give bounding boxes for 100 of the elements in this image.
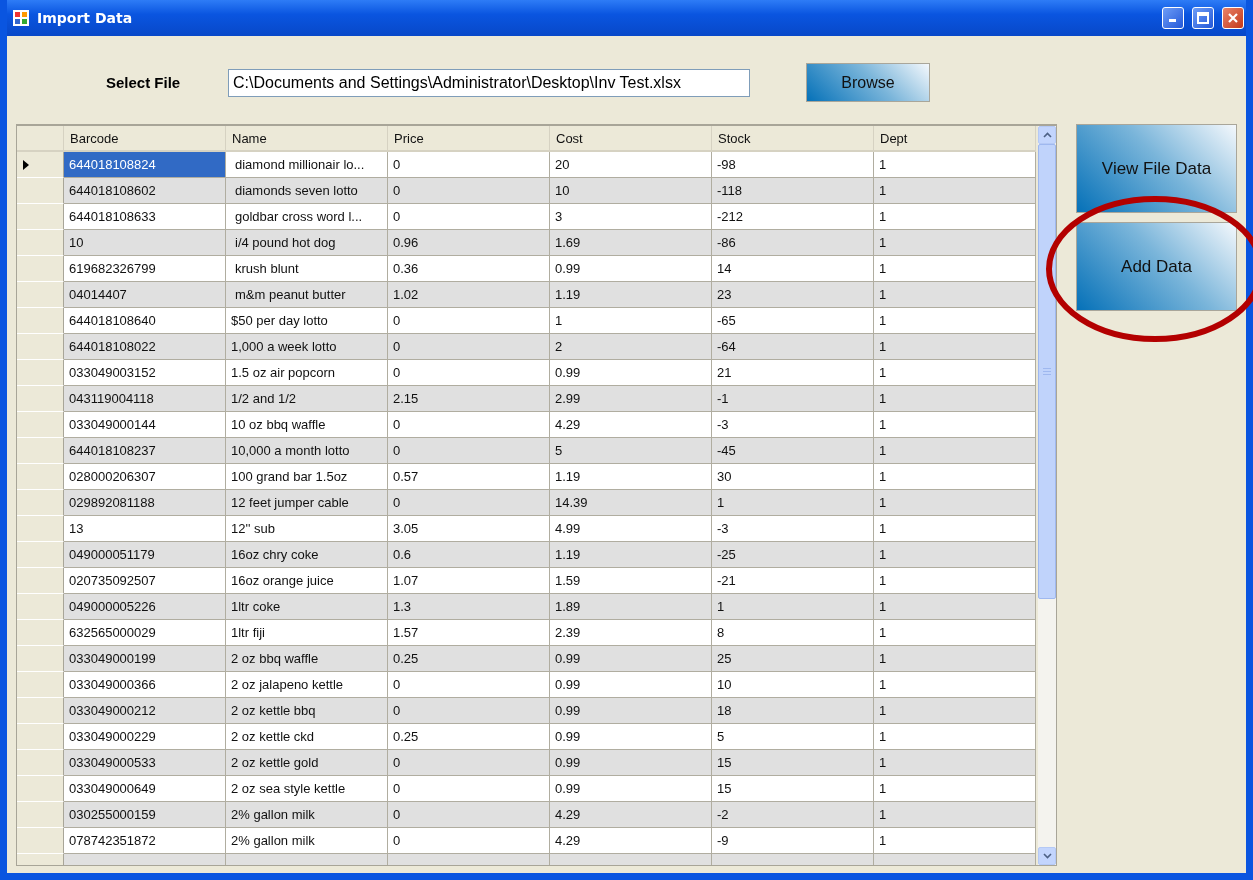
table-cell: 1ltr coke — [226, 594, 388, 620]
view-file-data-button[interactable]: View File Data — [1076, 124, 1237, 213]
table-cell: 020735092507 — [64, 568, 226, 594]
table-cell: 1 — [874, 672, 1036, 698]
table-cell: 2.99 — [550, 386, 712, 412]
scroll-thumb[interactable] — [1038, 144, 1056, 599]
table-cell: 644018108237 — [64, 438, 226, 464]
table-cell: $50 per day lotto — [226, 308, 388, 334]
table-cell: 1 — [874, 230, 1036, 256]
table-cell: 033049003152 — [64, 360, 226, 386]
table-cell: 030255000159 — [64, 802, 226, 828]
table-cell: 4.29 — [550, 828, 712, 854]
table-cell: 2 oz kettle gold — [226, 750, 388, 776]
table-cell: 2 oz kettle ckd — [226, 724, 388, 750]
table-cell: 0.99 — [550, 698, 712, 724]
column-header[interactable]: Stock — [712, 126, 874, 152]
table-cell: 644018108022 — [64, 334, 226, 360]
table-cell: 0.6 — [388, 542, 550, 568]
table-cell: diamond millionair lo... — [226, 152, 388, 178]
table-cell: 033049000212 — [64, 698, 226, 724]
table-cell: -25 — [712, 542, 874, 568]
table-cell: 1 — [874, 828, 1036, 854]
table-cell: 632565000029 — [64, 620, 226, 646]
table-cell: -1 — [712, 386, 874, 412]
table-cell: 0.57 — [388, 464, 550, 490]
table-cell: 1/2 and 1/2 — [226, 386, 388, 412]
table-cell: 1 — [550, 308, 712, 334]
table-cell: 2 oz sea style kettle — [226, 776, 388, 802]
table-cell: 1.89 — [550, 594, 712, 620]
close-icon — [1227, 12, 1239, 24]
table-cell: 3 — [550, 204, 712, 230]
table-cell: 1 — [874, 256, 1036, 282]
browse-button[interactable]: Browse — [806, 63, 930, 102]
table-cell: 0.99 — [550, 724, 712, 750]
table-cell: 2.15 — [388, 386, 550, 412]
table-cell: 0.96 — [388, 230, 550, 256]
table-cell: 0 — [388, 490, 550, 516]
table-cell: -64 — [712, 334, 874, 360]
table-cell: 1 — [874, 360, 1036, 386]
table-cell: 1.59 — [550, 568, 712, 594]
table-cell: 033049000229 — [64, 724, 226, 750]
table-cell: 0 — [388, 802, 550, 828]
close-button[interactable] — [1222, 7, 1244, 29]
table-cell: 14 — [712, 256, 874, 282]
table-cell: 049000005226 — [64, 594, 226, 620]
table-cell: 0 — [388, 308, 550, 334]
table-cell: 033049000649 — [64, 776, 226, 802]
table-cell: 1 — [874, 516, 1036, 542]
column-header[interactable]: Dept — [874, 126, 1036, 152]
table-cell: 0 — [388, 828, 550, 854]
table-cell: 1 — [874, 620, 1036, 646]
table-cell: 1.19 — [550, 464, 712, 490]
table-cell: 2% gallon milk — [226, 828, 388, 854]
table-cell: 2 oz jalapeno kettle — [226, 672, 388, 698]
table-cell: 4.29 — [550, 412, 712, 438]
table-cell: 15 — [712, 776, 874, 802]
table-cell: 1 — [712, 594, 874, 620]
grip-icon — [1043, 368, 1051, 375]
table-cell: -65 — [712, 308, 874, 334]
table-cell: goldbar cross word l... — [226, 204, 388, 230]
table-cell: 20 — [550, 152, 712, 178]
table-cell: 029892081188 — [64, 490, 226, 516]
table-cell: 1.19 — [550, 542, 712, 568]
app-icon — [13, 10, 29, 26]
table-cell: 1 — [712, 490, 874, 516]
table-cell: 043119004118 — [64, 386, 226, 412]
file-path-field[interactable]: C:\Documents and Settings\Administrator\Desktop\Inv Test.xlsx — [228, 68, 750, 97]
table-cell: 0.99 — [550, 750, 712, 776]
table-cell: -3 — [712, 412, 874, 438]
table-cell: 033049000366 — [64, 672, 226, 698]
table-cell: 1.5 oz air popcorn — [226, 360, 388, 386]
table-cell: 4.29 — [550, 802, 712, 828]
table-cell: -212 — [712, 204, 874, 230]
table-cell: 1 — [874, 152, 1036, 178]
scroll-down-button[interactable] — [1038, 847, 1056, 865]
column-header[interactable]: Price — [388, 126, 550, 152]
column-header[interactable]: Barcode — [64, 126, 226, 152]
table-cell: 0 — [388, 438, 550, 464]
select-file-label: Select File — [106, 74, 182, 91]
table-cell: 1.57 — [388, 620, 550, 646]
table-cell: 0.99 — [550, 672, 712, 698]
table-cell: 23 — [712, 282, 874, 308]
add-data-button[interactable]: Add Data — [1076, 222, 1237, 311]
column-header[interactable]: Name — [226, 126, 388, 152]
table-cell: 0.99 — [550, 646, 712, 672]
table-cell: 10 — [64, 230, 226, 256]
table-cell: 2.39 — [550, 620, 712, 646]
table-cell: 1.3 — [388, 594, 550, 620]
minimize-button[interactable] — [1162, 7, 1184, 29]
scroll-up-button[interactable] — [1038, 126, 1056, 144]
column-header[interactable]: Cost — [550, 126, 712, 152]
vertical-scrollbar[interactable] — [1038, 126, 1056, 865]
table-cell: 0 — [388, 776, 550, 802]
table-cell: 4.99 — [550, 516, 712, 542]
maximize-button[interactable] — [1192, 7, 1214, 29]
table-cell: 0 — [388, 204, 550, 230]
table-cell: 0 — [388, 152, 550, 178]
table-cell: 1 — [874, 542, 1036, 568]
row-header[interactable] — [17, 152, 64, 178]
table-cell: 10 — [550, 178, 712, 204]
